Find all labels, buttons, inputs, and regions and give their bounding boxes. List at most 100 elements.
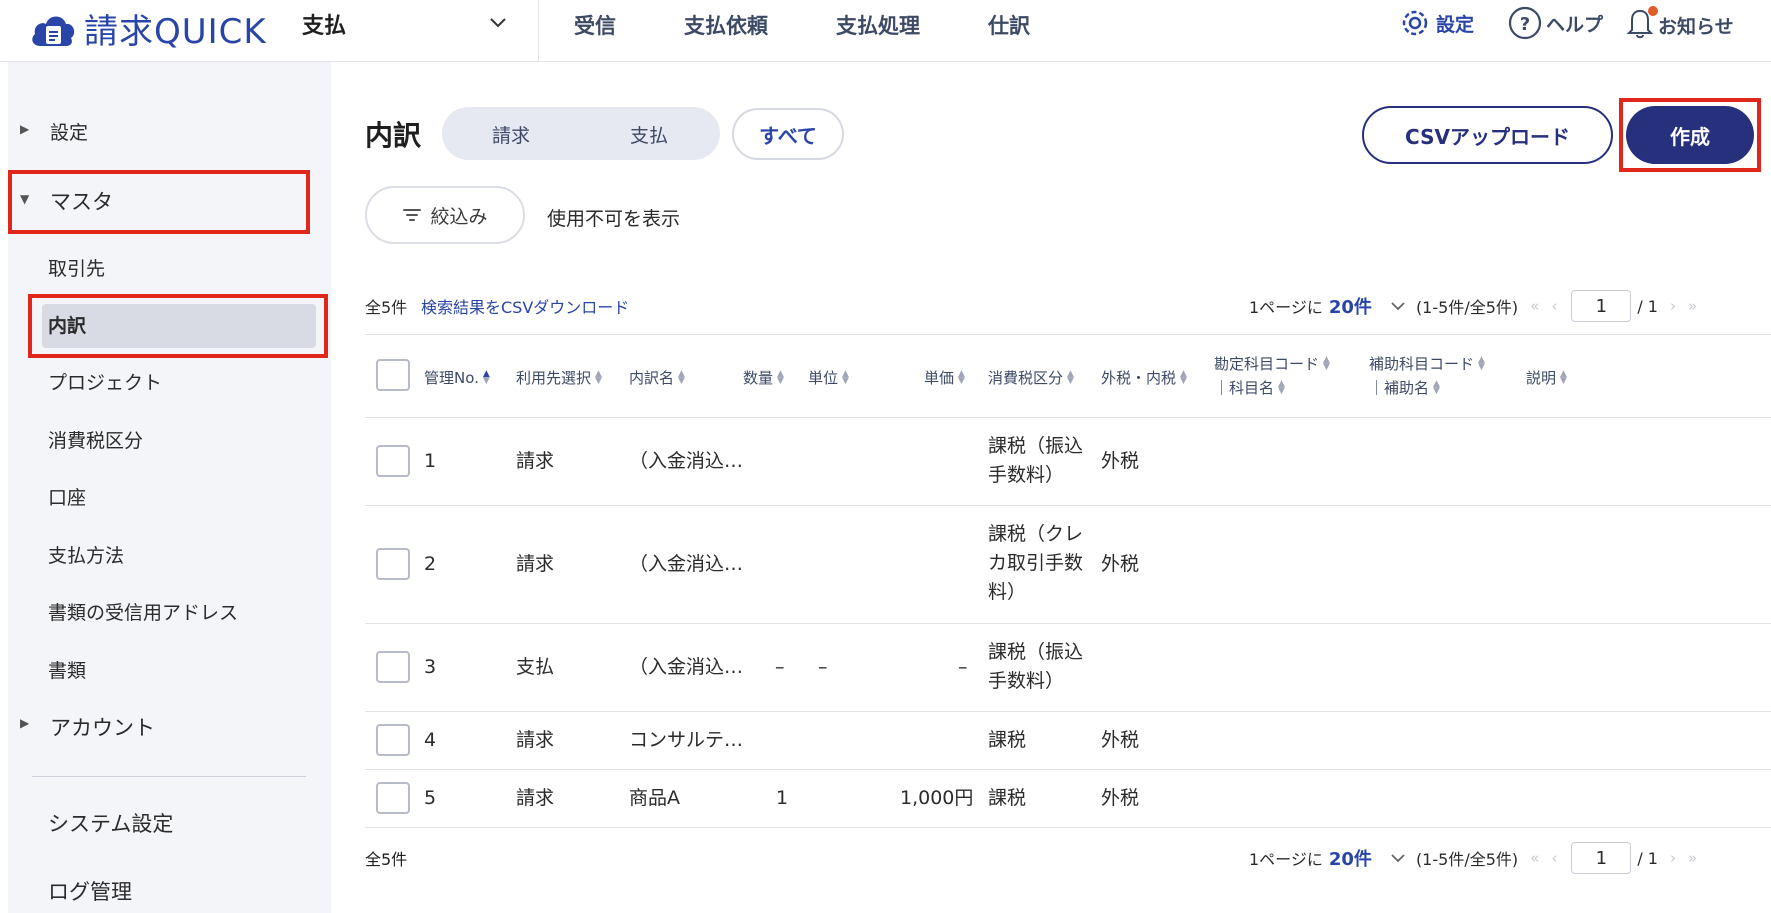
sidebar-item-label: 書類 xyxy=(48,660,87,682)
header-name[interactable]: 内訳名 ▲ ▼ xyxy=(629,367,685,388)
header-label: 単価 xyxy=(924,369,955,387)
sort-icon: ▲ ▼ xyxy=(482,368,490,386)
header-account-code[interactable]: 勘定科目コード ▲ ▼ xyxy=(1214,353,1330,374)
cell-name: 商品A xyxy=(629,787,680,809)
notification-dot xyxy=(1648,6,1658,16)
header-label: 勘定科目コード xyxy=(1214,355,1320,373)
page-range: (1-5件/全5件) xyxy=(1415,850,1519,869)
highlight-box-master xyxy=(8,170,310,234)
header-account-name[interactable]: ｜科目名 ▲ ▼ xyxy=(1214,377,1285,398)
header-description[interactable]: 説明 ▲ ▼ xyxy=(1526,367,1567,388)
row-checkbox[interactable] xyxy=(376,548,410,580)
sidebar-item-label: プロジェクト xyxy=(48,372,163,394)
sort-icon: ▲ ▼ xyxy=(777,368,784,386)
header-no[interactable]: 管理No. ▲ ▼ xyxy=(424,367,490,388)
last-page-icon[interactable]: » xyxy=(1688,297,1697,315)
table-row[interactable]: 4 請求 コンサルテ… 課税 外税 xyxy=(365,712,1771,770)
cell-tax-inclusion: 外税 xyxy=(1101,729,1140,751)
first-page-icon[interactable]: « xyxy=(1530,297,1539,315)
header-tax-inclusion[interactable]: 外税・内税 ▲ ▼ xyxy=(1101,367,1187,388)
header-qty[interactable]: 数量 ▲ ▼ xyxy=(743,367,784,388)
header-tax[interactable]: 消費税区分 ▲ ▼ xyxy=(988,367,1074,388)
per-page-prefix: 1ページに xyxy=(1249,850,1323,869)
nav-journal[interactable]: 仕訳 xyxy=(988,10,1030,40)
csv-download-link[interactable]: 検索結果をCSVダウンロード xyxy=(421,294,629,318)
nav-payment-request[interactable]: 支払依頼 xyxy=(684,10,768,40)
chevron-down-icon[interactable] xyxy=(1390,297,1406,316)
row-checkbox[interactable] xyxy=(376,651,410,683)
header-user[interactable]: 利用先選択 ▲ ▼ xyxy=(516,367,602,388)
notifications-link[interactable]: お知らせ xyxy=(1626,6,1734,45)
cell-user: 請求 xyxy=(516,553,555,575)
app-logo[interactable]: 請求QUICK xyxy=(30,4,267,53)
caret-right-icon: ▶ xyxy=(20,716,30,730)
result-count-bottom: 全5件 xyxy=(365,850,408,869)
cell-no: 5 xyxy=(424,787,437,809)
header-sub-account-code[interactable]: 補助科目コード ▲ ▼ xyxy=(1369,353,1485,374)
chevron-down-icon[interactable] xyxy=(1390,849,1406,868)
prev-page-icon[interactable]: ‹ xyxy=(1551,849,1557,867)
app-switcher[interactable]: 支払 xyxy=(302,8,346,40)
cell-tax-inclusion: 外税 xyxy=(1101,450,1140,472)
help-label: ヘルプ xyxy=(1546,13,1604,36)
cell-no: 4 xyxy=(424,729,437,751)
header-sub-account-name[interactable]: ｜補助名 ▲ ▼ xyxy=(1369,377,1440,398)
row-checkbox[interactable] xyxy=(376,724,410,756)
table-row[interactable]: 3 支払 （入金消込… – – – 課税（振込 手数料） xyxy=(365,624,1771,712)
last-page-icon[interactable]: » xyxy=(1688,849,1697,867)
page-number-input[interactable]: 1 xyxy=(1571,290,1632,322)
sort-icon: ▲ ▼ xyxy=(1067,368,1074,386)
row-checkbox[interactable] xyxy=(376,782,410,814)
prev-page-icon[interactable]: ‹ xyxy=(1551,297,1557,315)
nav-payment-processing[interactable]: 支払処理 xyxy=(836,10,920,40)
cell-price: 1,000円 xyxy=(900,787,974,809)
page-number-input[interactable]: 1 xyxy=(1571,842,1632,874)
help-link[interactable]: ? ヘルプ xyxy=(1508,6,1603,40)
header-label: 管理No. xyxy=(424,369,479,387)
table-row[interactable]: 5 請求 商品A 1 1,000円 課税 外税 xyxy=(365,770,1771,828)
header-unit[interactable]: 単位 ▲ ▼ xyxy=(808,367,849,388)
table-row[interactable]: 1 請求 （入金消込… 課税（振込 手数料） 外税 xyxy=(365,418,1771,506)
table-row[interactable]: 2 請求 （入金消込… 課税（クレ カ取引手数 料） 外税 xyxy=(365,506,1771,624)
pagination-bottom: 1ページに 20件 (1-5件/全5件) « ‹ 1 / 1 › » xyxy=(1249,842,1697,874)
show-disabled-toggle[interactable]: 使用不可を表示 xyxy=(547,204,680,231)
header-label: 説明 xyxy=(1526,369,1557,387)
nav-receive[interactable]: 受信 xyxy=(574,10,616,40)
per-page-select[interactable]: 20件 xyxy=(1329,293,1372,319)
page-total: / 1 xyxy=(1637,296,1658,316)
per-page-prefix: 1ページに xyxy=(1249,298,1323,317)
sort-icon: ▲ ▼ xyxy=(1560,368,1567,386)
cell-tax: 課税 xyxy=(988,729,1027,751)
notify-label: お知らせ xyxy=(1658,16,1734,38)
gear-icon xyxy=(1402,10,1428,36)
highlight-box-create xyxy=(1619,98,1761,172)
logo-text: 請求QUICK xyxy=(84,12,267,52)
select-all-checkbox[interactable] xyxy=(376,359,410,391)
per-page-select[interactable]: 20件 xyxy=(1329,845,1372,871)
settings-link[interactable]: 設定 xyxy=(1398,6,1474,40)
cell-unit: – xyxy=(818,656,828,678)
segment-invoice[interactable]: 請求 xyxy=(492,121,530,148)
filter-button[interactable]: 絞込み xyxy=(365,186,525,244)
first-page-icon[interactable]: « xyxy=(1530,849,1539,867)
next-page-icon[interactable]: › xyxy=(1670,297,1676,315)
sidebar-item-label: 支払方法 xyxy=(48,545,125,567)
main-nav: 受信 支払依頼 支払処理 仕訳 xyxy=(574,10,1030,40)
segment-all-button[interactable]: すべて xyxy=(732,108,844,160)
segment-payment[interactable]: 支払 xyxy=(630,121,668,148)
header-price[interactable]: 単価 ▲ ▼ xyxy=(924,367,965,388)
cell-user: 支払 xyxy=(516,656,555,678)
csv-upload-button[interactable]: CSVアップロード xyxy=(1362,106,1613,164)
cell-tax: 課税 xyxy=(988,787,1027,809)
cell-tax: 課税（振込 手数料） xyxy=(988,641,1084,692)
header-label: ｜補助名 xyxy=(1369,379,1430,397)
next-page-icon[interactable]: › xyxy=(1670,849,1676,867)
main-content: 内訳 請求 支払 すべて CSVアップロード 作成 絞込み 使用不可を表示 全5… xyxy=(331,62,1771,913)
header-label: 外税・内税 xyxy=(1101,369,1177,387)
table-header: 管理No. ▲ ▼ 利用先選択 ▲ ▼ 内訳名 ▲ ▼ 数量 ▲ ▼ 単位 ▲ ▼ 単価 … xyxy=(365,334,1771,418)
chevron-down-icon[interactable] xyxy=(488,12,508,36)
sort-icon: ▲ ▼ xyxy=(958,368,965,386)
cell-name: （入金消込… xyxy=(629,553,744,575)
cell-tax-inclusion: 外税 xyxy=(1101,787,1140,809)
row-checkbox[interactable] xyxy=(376,445,410,477)
